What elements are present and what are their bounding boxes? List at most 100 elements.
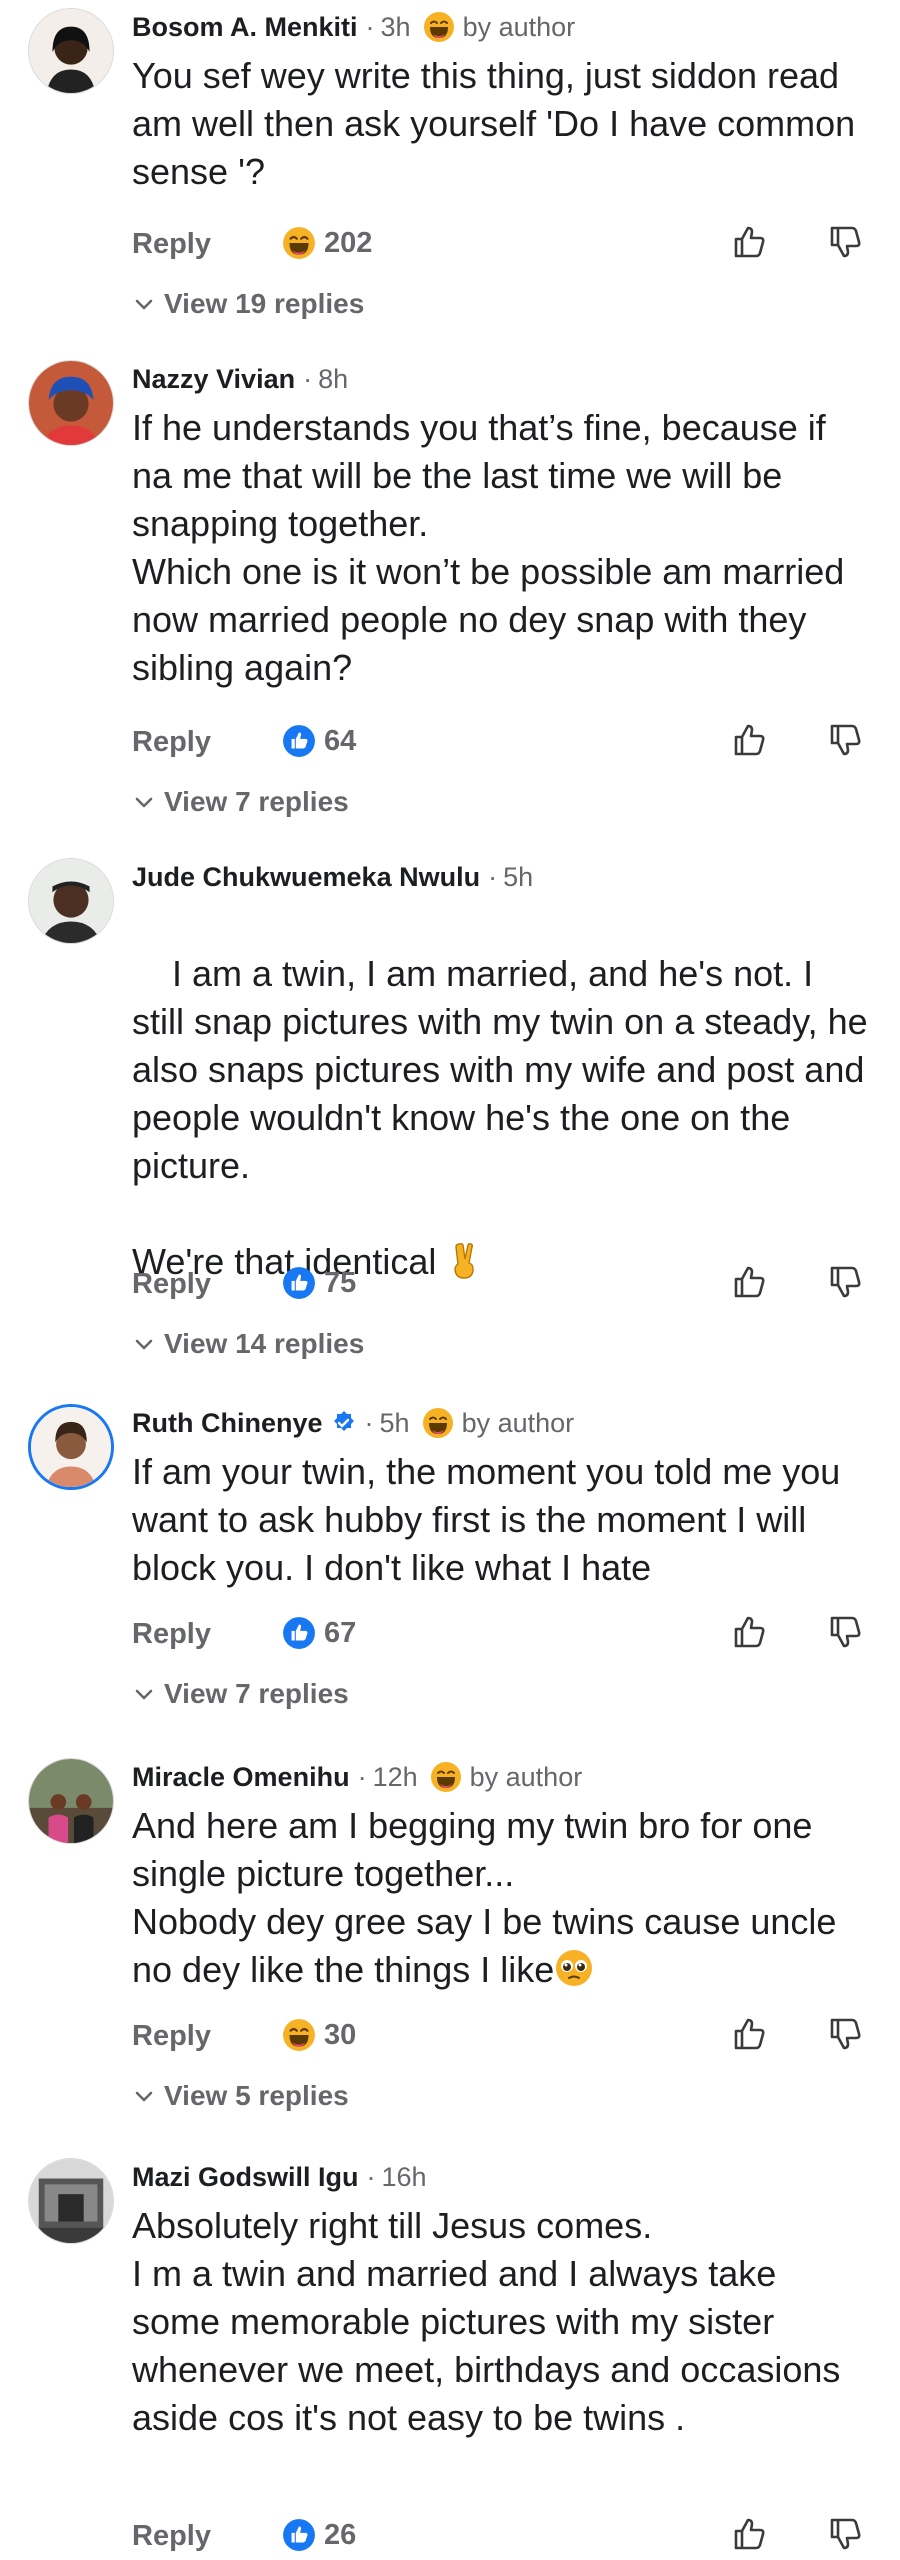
reaction-summary[interactable]: 26 bbox=[282, 2518, 356, 2552]
comment-time: 8h bbox=[318, 363, 349, 394]
like-badge-icon bbox=[282, 1616, 316, 1650]
comment-actions: Reply 75 bbox=[132, 1260, 872, 1308]
reaction-count: 75 bbox=[324, 1266, 357, 1299]
view-replies-label: View 14 replies bbox=[164, 1328, 365, 1359]
reaction-count: 67 bbox=[324, 1616, 357, 1649]
comment-text: If he understands you that’s fine, becau… bbox=[132, 407, 845, 688]
author-reaction-badge: by author bbox=[430, 1761, 583, 1793]
laugh-emoji-icon bbox=[282, 2018, 316, 2052]
avatar[interactable] bbox=[28, 8, 114, 94]
laugh-emoji-icon bbox=[282, 226, 316, 260]
verified-badge-icon bbox=[331, 1410, 357, 1436]
reply-button[interactable]: Reply bbox=[132, 2520, 211, 2553]
thumbs-up-icon[interactable] bbox=[730, 1612, 770, 1652]
commenter-name[interactable]: Miracle Omenihu bbox=[132, 1762, 350, 1793]
thumbs-up-icon[interactable] bbox=[730, 720, 770, 760]
view-replies-button[interactable]: View 14 replies bbox=[132, 1328, 364, 1360]
reply-button[interactable]: Reply bbox=[132, 228, 211, 261]
commenter-name[interactable]: Nazzy Vivian bbox=[132, 364, 295, 395]
comment-header: Miracle Omenihu · 12h by author bbox=[132, 1760, 582, 1794]
separator-dot: · bbox=[357, 1761, 367, 1792]
reply-button[interactable]: Reply bbox=[132, 726, 211, 759]
comment-header: Ruth Chinenye · 5h by author bbox=[132, 1406, 574, 1440]
thumbs-down-icon[interactable] bbox=[826, 2514, 866, 2554]
thumbs-down-icon[interactable] bbox=[826, 1612, 866, 1652]
view-replies-label: View 7 replies bbox=[164, 1678, 349, 1709]
comment-time: 5h bbox=[503, 861, 534, 892]
comment-text: Absolutely right till Jesus comes. I m a… bbox=[132, 2205, 841, 2438]
by-author-label: by author bbox=[462, 11, 576, 42]
comment-text: I am a twin, I am married, and he's not.… bbox=[132, 902, 872, 1286]
reply-button[interactable]: Reply bbox=[132, 1618, 211, 1651]
comment-time: 16h bbox=[381, 2161, 427, 2192]
like-badge-icon bbox=[282, 1266, 316, 1300]
view-replies-button[interactable]: View 19 replies bbox=[132, 288, 364, 320]
chevron-down-icon bbox=[132, 292, 156, 316]
comment-actions: Reply 26 bbox=[132, 2512, 872, 2560]
commenter-name[interactable]: Mazi Godswill Igu bbox=[132, 2162, 359, 2193]
view-replies-label: View 5 replies bbox=[164, 2080, 349, 2111]
comment-header: Nazzy Vivian · 8h bbox=[132, 362, 348, 396]
view-replies-label: View 19 replies bbox=[164, 288, 365, 319]
separator-dot: · bbox=[366, 2161, 376, 2192]
laugh-emoji-icon bbox=[430, 1761, 462, 1793]
reaction-summary[interactable]: 67 bbox=[282, 1616, 356, 1650]
separator-dot: · bbox=[303, 363, 313, 394]
thumbs-up-icon[interactable] bbox=[730, 2514, 770, 2554]
avatar[interactable] bbox=[28, 1404, 114, 1490]
reply-button[interactable]: Reply bbox=[132, 1268, 211, 1301]
thumbs-up-icon[interactable] bbox=[730, 2014, 770, 2054]
author-reaction-badge: by author bbox=[423, 11, 576, 43]
like-badge-icon bbox=[282, 2518, 316, 2552]
like-badge-icon bbox=[282, 724, 316, 758]
by-author-label: by author bbox=[469, 1761, 583, 1792]
comment-text: You sef wey write this thing, just siddo… bbox=[132, 55, 866, 192]
commenter-name[interactable]: Bosom A. Menkiti bbox=[132, 12, 358, 43]
reaction-count: 30 bbox=[324, 2018, 357, 2051]
comment-time: 5h bbox=[379, 1407, 410, 1438]
comment-text-paragraph: And here am I begging my twin bro for on… bbox=[132, 1805, 837, 1990]
comment-time: 12h bbox=[372, 1761, 418, 1792]
view-replies-button[interactable]: View 7 replies bbox=[132, 786, 349, 818]
by-author-label: by author bbox=[461, 1407, 575, 1438]
comment-text: And here am I begging my twin bro for on… bbox=[132, 1802, 872, 1994]
thumbs-down-icon[interactable] bbox=[826, 1262, 866, 1302]
commenter-name[interactable]: Jude Chukwuemeka Nwulu bbox=[132, 862, 480, 893]
laugh-emoji-icon bbox=[422, 1407, 454, 1439]
comment-header: Mazi Godswill Igu · 16h bbox=[132, 2160, 427, 2194]
avatar[interactable] bbox=[28, 2158, 114, 2244]
separator-dot: · bbox=[365, 11, 375, 42]
comment-text-paragraph: I am a twin, I am married, and he's not.… bbox=[132, 953, 878, 1186]
reaction-summary[interactable]: 202 bbox=[282, 226, 372, 260]
thumbs-down-icon[interactable] bbox=[826, 2014, 866, 2054]
chevron-down-icon bbox=[132, 790, 156, 814]
comment-header: Jude Chukwuemeka Nwulu · 5h bbox=[132, 860, 533, 894]
comment-actions: Reply 67 bbox=[132, 1610, 872, 1658]
commenter-name[interactable]: Ruth Chinenye bbox=[132, 1408, 323, 1439]
separator-dot: · bbox=[364, 1407, 374, 1438]
author-reaction-badge: by author bbox=[422, 1407, 575, 1439]
reaction-count: 26 bbox=[324, 2518, 357, 2551]
thumbs-down-icon[interactable] bbox=[826, 720, 866, 760]
avatar[interactable] bbox=[28, 360, 114, 446]
comment-header: Bosom A. Menkiti · 3h by author bbox=[132, 10, 575, 44]
chevron-down-icon bbox=[132, 1332, 156, 1356]
pleading-face-icon bbox=[554, 1948, 594, 1988]
reaction-summary[interactable]: 64 bbox=[282, 724, 356, 758]
thumbs-up-icon[interactable] bbox=[730, 1262, 770, 1302]
reaction-count: 202 bbox=[324, 226, 373, 259]
thumbs-up-icon[interactable] bbox=[730, 222, 770, 262]
thumbs-down-icon[interactable] bbox=[826, 222, 866, 262]
avatar[interactable] bbox=[28, 1758, 114, 1844]
reaction-summary[interactable]: 75 bbox=[282, 1266, 356, 1300]
separator-dot: · bbox=[488, 861, 498, 892]
view-replies-button[interactable]: View 5 replies bbox=[132, 2080, 349, 2112]
avatar[interactable] bbox=[28, 858, 114, 944]
reply-button[interactable]: Reply bbox=[132, 2020, 211, 2053]
reaction-count: 64 bbox=[324, 724, 357, 757]
reaction-summary[interactable]: 30 bbox=[282, 2018, 356, 2052]
view-replies-button[interactable]: View 7 replies bbox=[132, 1678, 349, 1710]
view-replies-label: View 7 replies bbox=[164, 786, 349, 817]
chevron-down-icon bbox=[132, 2084, 156, 2108]
comment-time: 3h bbox=[380, 11, 411, 42]
